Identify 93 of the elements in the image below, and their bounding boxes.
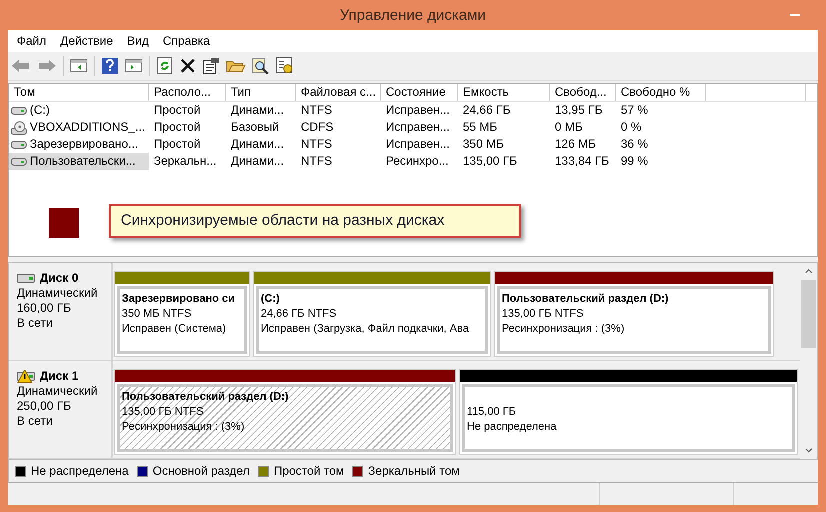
partition-title: Зарезервировано си	[122, 292, 236, 307]
menu-item[interactable]: Действие	[54, 34, 120, 48]
down-caret-icon[interactable]	[804, 448, 812, 453]
disk-size: 250,00 ГБ	[17, 399, 72, 414]
disk-name: Диск 0	[40, 271, 79, 286]
action-pane-icon[interactable]	[125, 58, 143, 74]
partition-status: Ресинхронизация : (3%)	[122, 420, 246, 435]
table-cell-text: Простой	[153, 136, 202, 153]
table-cell-text: Исправен...	[385, 119, 452, 136]
table-cell-text: Базовый	[230, 119, 280, 136]
column-header[interactable]: Состояние	[381, 84, 458, 101]
partition-status: Не распределена	[467, 420, 558, 435]
menu-item[interactable]: Вид	[120, 34, 156, 48]
drive-icon	[11, 106, 27, 116]
window-title: Управление дисками	[340, 6, 486, 24]
partition-title: (C:)	[261, 292, 281, 307]
settings-icon[interactable]	[276, 57, 294, 75]
partition-status: Ресинхронизация : (3%)	[502, 322, 626, 337]
table-cell-text: NTFS	[300, 136, 334, 153]
table-cell-text: 36 %	[620, 136, 650, 153]
disk-size: 160,00 ГБ	[17, 301, 72, 316]
drive-icon	[11, 140, 27, 150]
minimize-icon	[790, 14, 800, 16]
table-cell-text: Динами...	[230, 153, 286, 170]
column-header[interactable]: Располо...	[149, 84, 226, 101]
partition-size: 24,66 ГБ NTFS	[261, 307, 338, 322]
table-cell-text: NTFS	[300, 153, 334, 170]
table-cell-text: Динами...	[230, 136, 286, 153]
partition-block[interactable]: 115,00 ГБ Не распределена	[459, 369, 798, 455]
column-header[interactable]: Свободно %	[616, 84, 706, 101]
legend-label: Зеркальный том	[368, 464, 460, 478]
volume-name: (C:)	[9, 102, 149, 119]
column-header[interactable]: Емкость	[458, 84, 550, 101]
disk-status: В сети	[17, 414, 54, 429]
table-cell-text: 0 МБ	[554, 119, 584, 136]
partition-size: 135,00 ГБ NTFS	[122, 405, 205, 420]
legend-label: Простой том	[274, 464, 344, 478]
table-cell-text: CDFS	[300, 119, 335, 136]
table-cell-text: 126 МБ	[554, 136, 598, 153]
partition-block[interactable]: Зарезервировано си 350 МБ NTFS Исправен (Система)	[114, 271, 250, 357]
properties-icon[interactable]	[202, 57, 220, 75]
disk-name: Диск 1	[40, 369, 79, 384]
console-tree-icon[interactable]	[70, 58, 88, 74]
partition-size: 350 МБ NTFS	[122, 307, 193, 322]
table-cell-text: 13,95 ГБ	[554, 102, 604, 119]
table-cell-text: Зеркальн...	[153, 153, 218, 170]
partition-title: Пользовательский раздел (D:)	[502, 292, 670, 307]
partition-status: Исправен (Загрузка, Файл подкачки, Ава	[261, 322, 470, 337]
column-header[interactable]: Свобод...	[550, 84, 616, 101]
table-cell-text: 99 %	[620, 153, 650, 170]
table-cell-text: 0 %	[620, 119, 643, 136]
menu-item[interactable]: Справка	[156, 34, 218, 48]
partition-title: Пользовательский раздел (D:)	[122, 390, 290, 405]
column-header[interactable]: Файловая с...	[296, 84, 381, 101]
partition-block[interactable]: Пользовательский раздел (D:) 135,00 ГБ NTFS Ресинхронизация : (3%)	[494, 271, 774, 357]
table-cell-text: 24,66 ГБ	[462, 102, 512, 119]
cd-drive-icon	[11, 120, 27, 134]
refresh-icon[interactable]	[156, 57, 174, 75]
partition-status: Исправен (Система)	[122, 322, 228, 337]
table-cell-text: Простой	[153, 102, 202, 119]
table-cell-text: Простой	[153, 119, 202, 136]
menu-item[interactable]: Файл	[10, 34, 54, 48]
column-header[interactable]: Том	[9, 84, 149, 101]
legend-label: Не распределена	[31, 464, 129, 478]
disk-type: Динамический	[17, 384, 99, 399]
volume-name: Пользовательски...	[9, 153, 149, 170]
scrollbar-thumb[interactable]	[801, 280, 816, 348]
volume-name: Зарезервировано...	[9, 136, 149, 153]
table-cell-text: 350 МБ	[462, 136, 506, 153]
partition-size: 115,00 ГБ	[467, 405, 518, 420]
table-cell-text: 133,84 ГБ	[554, 153, 610, 170]
disk-type: Динамический	[17, 286, 99, 301]
table-cell-text: 55 МБ	[462, 119, 499, 136]
up-caret-icon[interactable]	[804, 269, 812, 274]
legend-label: Основной раздел	[152, 464, 250, 478]
search-icon[interactable]	[252, 57, 270, 75]
help-icon[interactable]	[101, 57, 119, 75]
annotation-callout: Синхронизируемые области на разных дисках	[109, 204, 521, 238]
table-cell-text: Ресинхро...	[385, 153, 450, 170]
partition-block[interactable]: (C:) 24,66 ГБ NTFS Исправен (Загрузка, Файл подкачки, Ава	[253, 271, 491, 357]
disk-status: В сети	[17, 316, 54, 331]
table-cell-text: 57 %	[620, 102, 650, 119]
volume-name: VBOXADDITIONS_...	[9, 119, 149, 136]
delete-icon[interactable]	[180, 58, 196, 74]
table-cell-text: Исправен...	[385, 136, 452, 153]
drive-icon	[11, 156, 27, 166]
table-cell-text: NTFS	[300, 102, 334, 119]
partition-block[interactable]: Пользовательский раздел (D:) 135,00 ГБ NTFS Ресинхронизация : (3%)	[114, 369, 456, 455]
table-cell-text: Динами...	[230, 102, 286, 119]
column-header[interactable]: Тип	[226, 84, 296, 101]
table-cell-text: 135,00 ГБ	[462, 153, 518, 170]
partition-size: 135,00 ГБ NTFS	[502, 307, 585, 322]
table-cell-text: Исправен...	[385, 102, 452, 119]
